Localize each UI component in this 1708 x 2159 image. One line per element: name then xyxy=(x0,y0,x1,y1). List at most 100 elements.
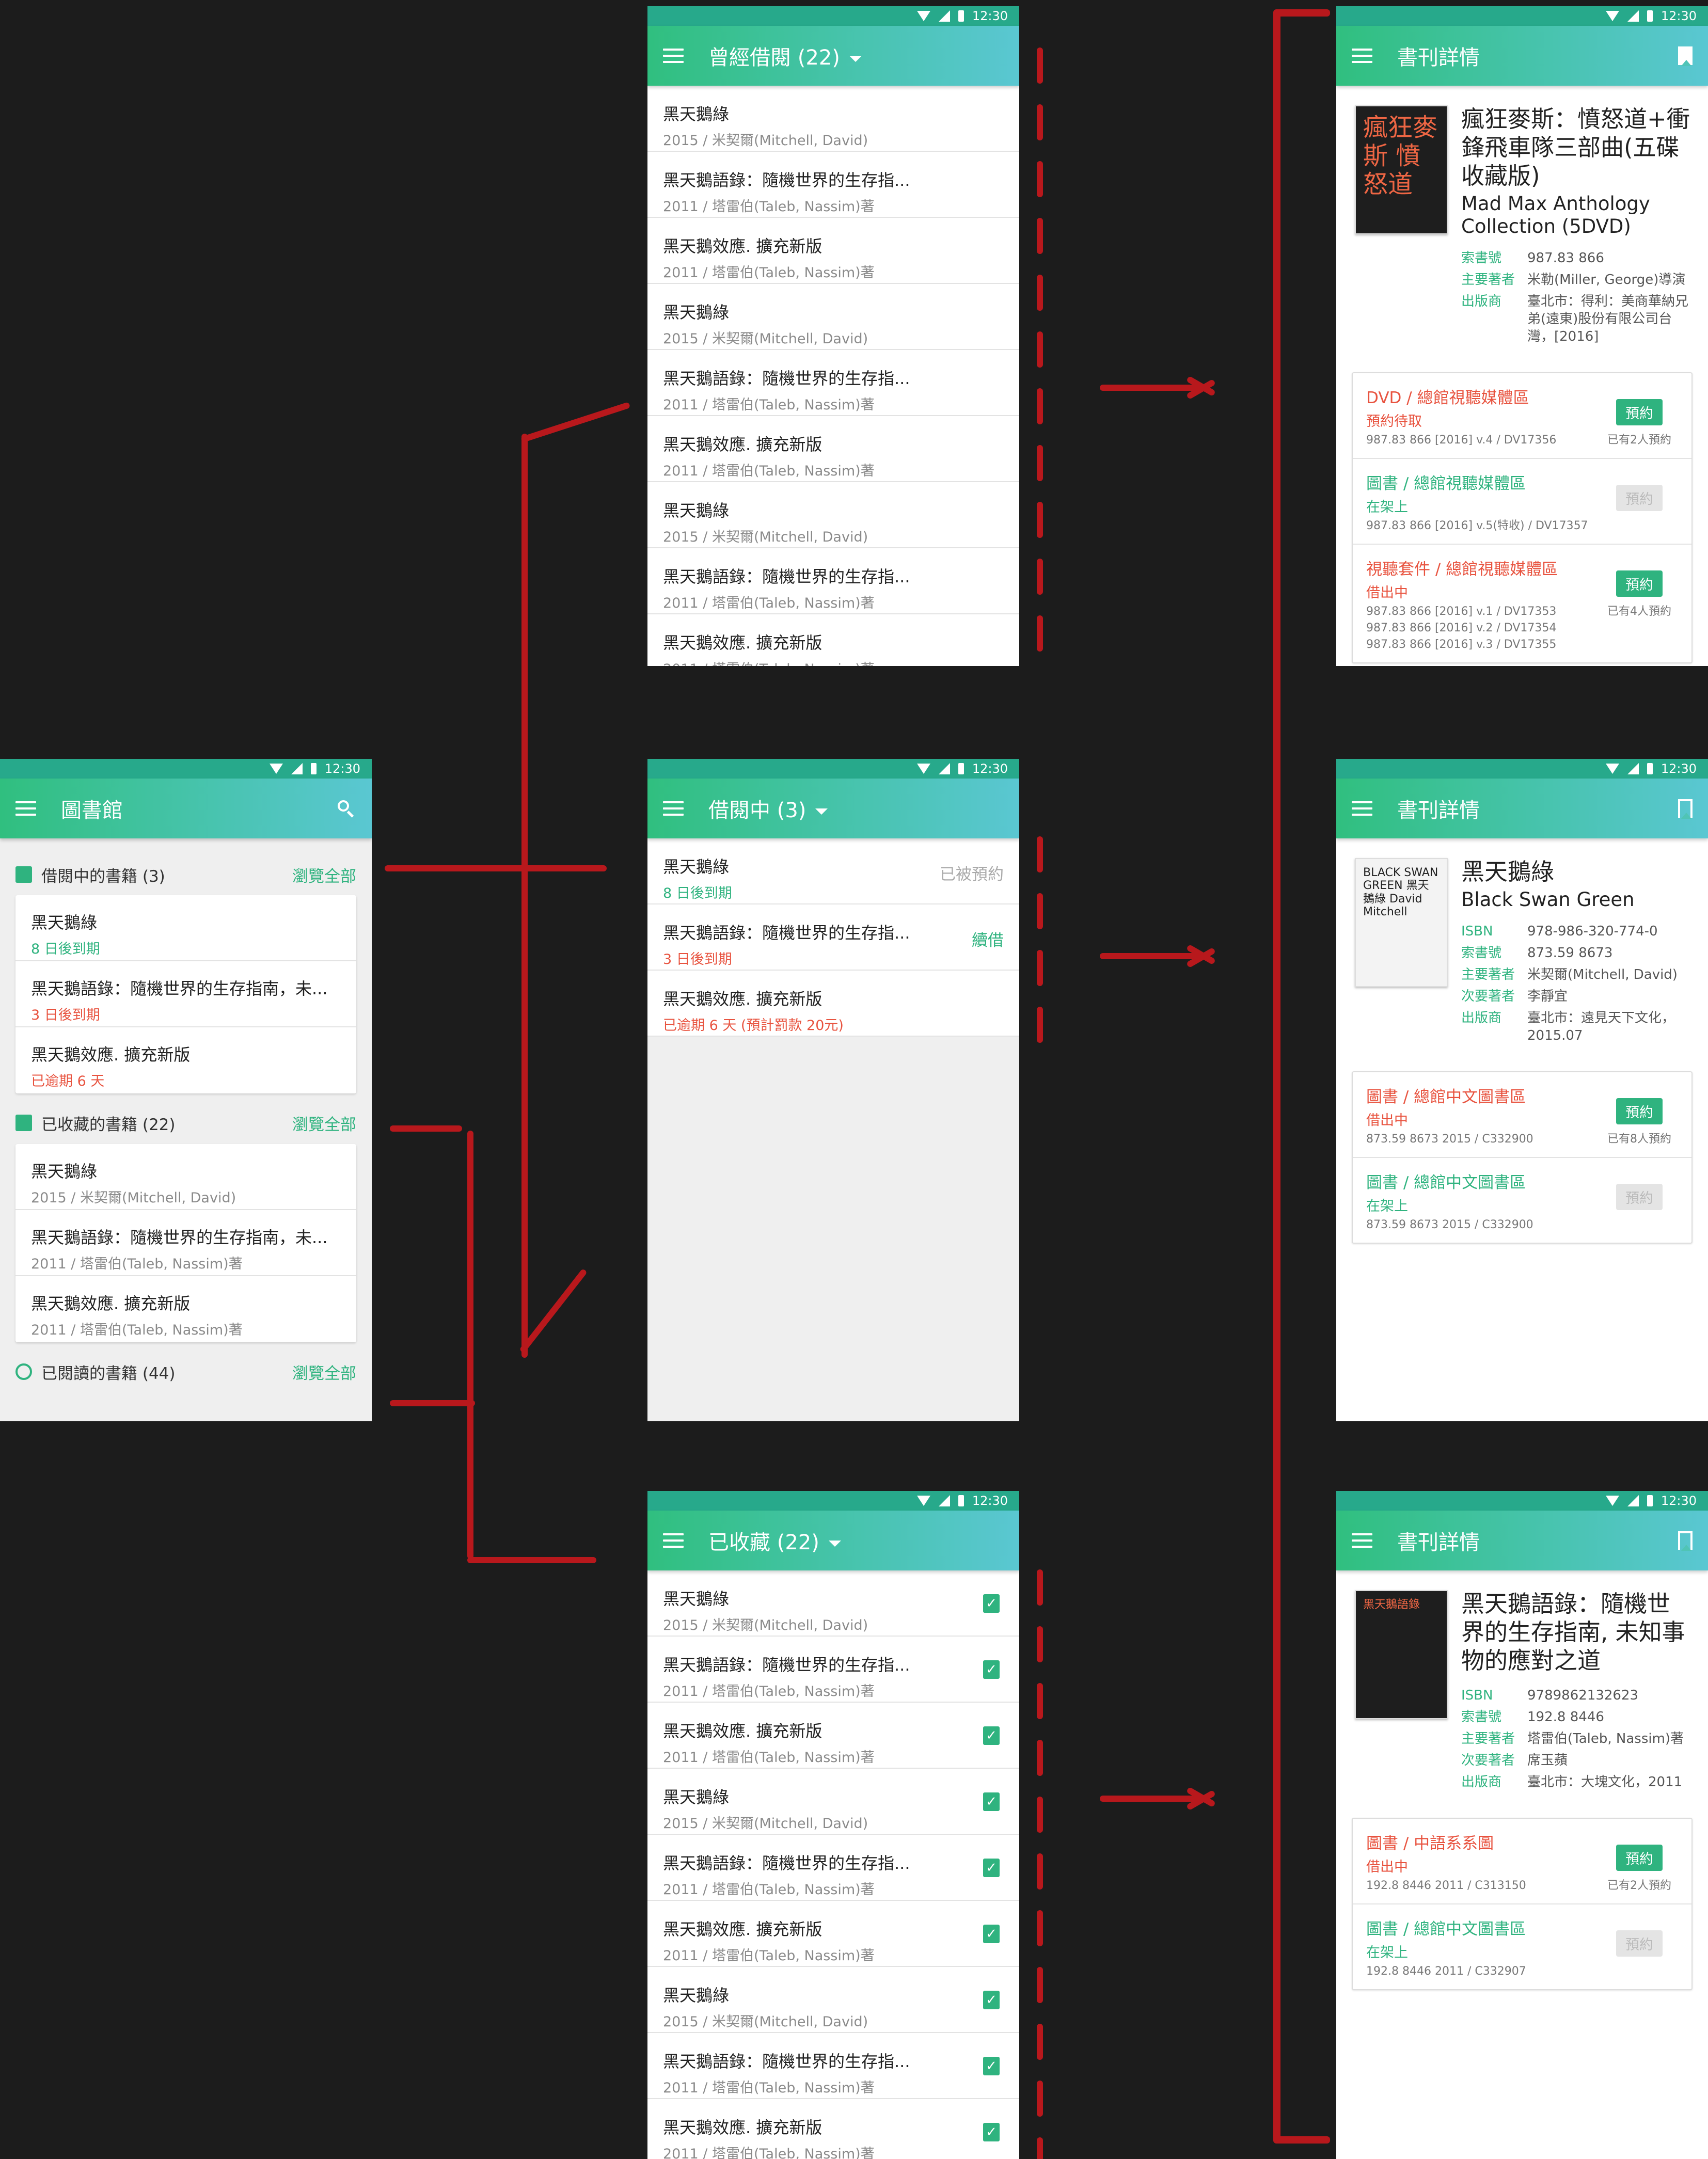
list-item[interactable]: 黑天鵝效應. 擴充新版 已逾期 6 天 (預計罰款 20元) xyxy=(647,971,1019,1037)
list-item[interactable]: 黑天鵝效應. 擴充新版 2011 / 塔雷伯(Taleb, Nassim)著 ✓ xyxy=(647,1703,1019,1769)
list-item[interactable]: 黑天鵝語錄：隨機世界的生存指... 2011 / 塔雷伯(Taleb, Nassi… xyxy=(647,350,1019,416)
signal-icon xyxy=(1627,10,1639,22)
menu-icon[interactable] xyxy=(663,49,684,63)
browse-all-link[interactable]: 瀏覽全部 xyxy=(292,863,356,886)
menu-icon[interactable] xyxy=(1352,1533,1372,1548)
book-cover: 黑天鵝語錄 xyxy=(1355,1590,1448,1719)
reserve-button[interactable]: 預約 xyxy=(1616,1844,1663,1871)
list-item[interactable]: 黑天鵝效應. 擴充新版 2011 / 塔雷伯(Taleb, Nassim)著 xyxy=(15,1276,356,1342)
menu-icon[interactable] xyxy=(663,1533,684,1548)
list-item[interactable]: 黑天鵝綠 2015 / 米契爾(Mitchell, David) ✓ xyxy=(647,1769,1019,1835)
book-header: 黑天鵝語錄 黑天鵝語錄：隨機世界的生存指南, 未知事物的應對之道 ISBN 97898… xyxy=(1336,1570,1708,1795)
list-item[interactable]: 黑天鵝語錄：隨機世界的生存指... 2011 / 塔雷伯(Taleb, Nassi… xyxy=(647,2033,1019,2099)
signal-icon xyxy=(938,10,950,22)
bookmark-check-icon[interactable]: ✓ xyxy=(983,1859,1000,1877)
list-item[interactable]: 黑天鵝綠 2015 / 米契爾(Mitchell, David) xyxy=(15,1144,356,1210)
list-item[interactable]: 黑天鵝語錄：隨機世界的生存指... 2011 / 塔雷伯(Taleb, Nassi… xyxy=(647,1637,1019,1703)
item-title: 黑天鵝效應. 擴充新版 xyxy=(663,633,823,653)
bookmark-check-icon[interactable]: ✓ xyxy=(983,1991,1000,2009)
menu-icon[interactable] xyxy=(15,801,36,816)
list-item[interactable]: 黑天鵝綠 2015 / 米契爾(Mitchell, David) xyxy=(647,284,1019,350)
item-subtitle: 2015 / 米契爾(Mitchell, David) xyxy=(31,1190,236,1206)
browse-all-link[interactable]: 瀏覽全部 xyxy=(292,1360,356,1384)
meta-value: 臺北市：遠見天下文化，2015.07 xyxy=(1527,1010,1675,1044)
arrow-shaft xyxy=(1100,1796,1203,1802)
renew-button[interactable]: 續借 xyxy=(972,927,1004,950)
menu-icon[interactable] xyxy=(663,801,684,816)
bookmark-check-icon[interactable]: ✓ xyxy=(983,1594,1000,1613)
bookmark-check-icon[interactable]: ✓ xyxy=(983,1792,1000,1811)
dropdown-caret-icon[interactable] xyxy=(828,1541,841,1547)
right-bracket-line xyxy=(1273,10,1280,2142)
list-item[interactable]: 黑天鵝綠 2015 / 米契爾(Mitchell, David) ✓ xyxy=(647,1967,1019,2033)
item-title: 黑天鵝綠 xyxy=(663,501,730,520)
bookmark-check-icon[interactable]: ✓ xyxy=(983,1726,1000,1745)
book-title: 黑天鵝綠 xyxy=(1461,858,1555,885)
menu-icon[interactable] xyxy=(1352,801,1372,816)
list-item[interactable]: 黑天鵝綠 2015 / 米契爾(Mitchell, David) xyxy=(647,86,1019,152)
dropdown-caret-icon[interactable] xyxy=(815,808,828,815)
list-item[interactable]: 黑天鵝綠 8 日後到期 已被預約 xyxy=(647,838,1019,904)
list-item[interactable]: 黑天鵝綠 2015 / 米契爾(Mitchell, David) ✓ xyxy=(647,1570,1019,1637)
bookmark-check-icon[interactable]: ✓ xyxy=(983,1925,1000,1943)
bookmark-check-icon xyxy=(15,1115,32,1131)
item-subtitle: 2015 / 米契爾(Mitchell, David) xyxy=(663,133,868,149)
bookmark-icon[interactable] xyxy=(1678,1531,1693,1551)
item-title: 黑天鵝綠 xyxy=(663,1986,730,2005)
item-subtitle: 2015 / 米契爾(Mitchell, David) xyxy=(663,2014,868,2030)
bookmark-filled-icon[interactable] xyxy=(1678,46,1693,66)
reserve-area: 預約 已有2人預約 xyxy=(1601,1844,1678,1893)
dashed-divider xyxy=(1037,1007,1043,1043)
item-subtitle: 2011 / 塔雷伯(Taleb, Nassim)著 xyxy=(663,199,875,215)
list-item[interactable]: 黑天鵝綠 8 日後到期 xyxy=(15,895,356,961)
bracket-bottom xyxy=(467,1557,596,1563)
item-title: 黑天鵝效應. 擴充新版 xyxy=(663,2118,823,2137)
item-subtitle: 3 日後到期 xyxy=(663,951,732,967)
dropdown-caret-icon[interactable] xyxy=(849,56,862,62)
collected-screen: 12:30 已收藏 (22) 黑天鵝綠 2015 / 米契爾(Mitchell, Da… xyxy=(647,1491,1019,2159)
cover-text: BLACK SWAN GREEN 黑天鵝綠 David Mitchell xyxy=(1363,866,1438,918)
app-bar-title[interactable]: 曾經借閱 (22) xyxy=(708,41,1004,71)
list-item[interactable]: 黑天鵝效應. 擴充新版 2011 / 塔雷伯(Taleb, Nassim)著 ✓ xyxy=(647,2099,1019,2159)
dashed-divider xyxy=(1037,1910,1043,1946)
app-bar-title[interactable]: 已收藏 (22) xyxy=(708,1526,1004,1555)
cover-text: 瘋狂麥斯 憤怒道 xyxy=(1363,113,1438,199)
menu-icon[interactable] xyxy=(1352,49,1372,63)
item-title: 黑天鵝語錄：隨機世界的生存指... xyxy=(663,1853,910,1873)
browse-all-link[interactable]: 瀏覽全部 xyxy=(292,1112,356,1135)
holding-callno: 987.83 866 [2016] v.5(特收) / DV17357 xyxy=(1366,519,1588,533)
bookmark-check-icon[interactable]: ✓ xyxy=(983,2123,1000,2141)
list-item[interactable]: 黑天鵝語錄：隨機世界的生存指... 2011 / 塔雷伯(Taleb, Nassi… xyxy=(647,548,1019,614)
reserve-button[interactable]: 預約 xyxy=(1616,399,1663,426)
app-bar-title[interactable]: 借閱中 (3) xyxy=(708,793,1004,823)
list-item[interactable]: 黑天鵝效應. 擴充新版 2011 / 塔雷伯(Taleb, Nassim)著 ✓ xyxy=(647,1901,1019,1967)
list-item[interactable]: 黑天鵝語錄：隨機世界的生存指... 2011 / 塔雷伯(Taleb, Nassi… xyxy=(647,152,1019,218)
item-subtitle: 2015 / 米契爾(Mitchell, David) xyxy=(663,331,868,347)
bookmark-icon[interactable] xyxy=(1678,799,1693,819)
list-item[interactable]: 黑天鵝語錄：隨機世界的生存指南，未... 3 日後到期 xyxy=(15,961,356,1027)
reserve-button[interactable]: 預約 xyxy=(1616,1098,1663,1125)
bookmark-check-icon[interactable]: ✓ xyxy=(983,2057,1000,2075)
section-title: 已閱讀的書籍 (44) xyxy=(41,1364,176,1383)
reserve-button[interactable]: 預約 xyxy=(1616,570,1663,597)
wifi-icon xyxy=(916,764,930,774)
library-home-screen: 12:30 圖書館 借閱中的書籍 (3) 瀏覽全部 黑天鵝綠 8 日後到期 黑天鵝語錄：隨機… xyxy=(0,759,372,1421)
wifi-icon xyxy=(916,1496,930,1506)
search-icon[interactable] xyxy=(336,798,356,819)
list-item[interactable]: 黑天鵝綠 2015 / 米契爾(Mitchell, David) xyxy=(647,482,1019,548)
borrowing-screen: 12:30 借閱中 (3) 黑天鵝綠 8 日後到期 已被預約 黑天鵝語錄：隨機世界的生存指… xyxy=(647,759,1019,1421)
bookmark-check-icon[interactable]: ✓ xyxy=(983,1660,1000,1679)
list-item[interactable]: 黑天鵝效應. 擴充新版 已逾期 6 天 xyxy=(15,1027,356,1093)
meta-row: 出版商 臺北市：遠見天下文化，2015.07 xyxy=(1461,1009,1693,1044)
list-item[interactable]: 黑天鵝效應. 擴充新版 2011 / 塔雷伯(Taleb, Nassim)著 xyxy=(647,218,1019,284)
app-bar: 已收藏 (22) xyxy=(647,1511,1019,1570)
item-title: 黑天鵝效應. 擴充新版 xyxy=(663,1721,823,1741)
dashed-divider xyxy=(1037,2137,1043,2159)
list-item[interactable]: 黑天鵝語錄：隨機世界的生存指... 2011 / 塔雷伯(Taleb, Nassi… xyxy=(647,1835,1019,1901)
list-item[interactable]: 黑天鵝語錄：隨機世界的生存指... 3 日後到期 續借 xyxy=(647,904,1019,971)
item-title: 黑天鵝綠 xyxy=(663,1787,730,1807)
list-item[interactable]: 黑天鵝效應. 擴充新版 2011 / 塔雷伯(Taleb, Nassim)著 xyxy=(647,614,1019,666)
list-item[interactable]: 黑天鵝效應. 擴充新版 2011 / 塔雷伯(Taleb, Nassim)著 xyxy=(647,416,1019,482)
item-title: 黑天鵝效應. 擴充新版 xyxy=(663,435,823,454)
list-item[interactable]: 黑天鵝語錄：隨機世界的生存指南，未... 2011 / 塔雷伯(Taleb, Na… xyxy=(15,1210,356,1276)
